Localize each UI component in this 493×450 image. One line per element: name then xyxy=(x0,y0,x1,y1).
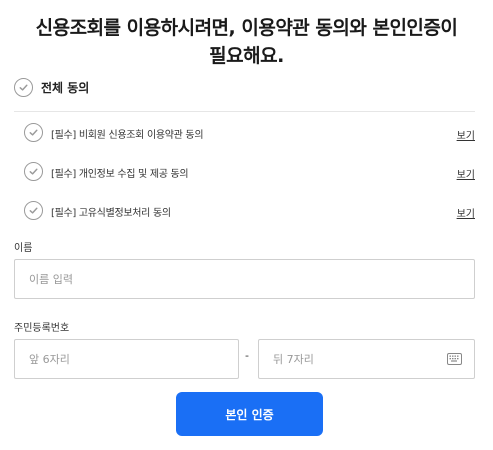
term-row-privacy[interactable]: [필수] 개인정보 수집 및 제공 동의 보기 xyxy=(24,162,475,184)
term-label: [필수] 개인정보 수집 및 제공 동의 xyxy=(51,169,189,180)
rrn-back-placeholder: 뒤 7자리 xyxy=(273,353,314,366)
divider xyxy=(14,111,475,112)
check-circle-icon[interactable] xyxy=(24,201,43,220)
rrn-front-input[interactable]: 앞 6자리 xyxy=(14,339,239,379)
name-input[interactable]: 이름 입력 xyxy=(14,259,475,299)
keypad-icon[interactable] xyxy=(447,353,462,365)
term-label: [필수] 비회원 신용조회 이용약관 동의 xyxy=(51,130,204,141)
check-circle-icon[interactable] xyxy=(24,123,43,142)
name-input-placeholder: 이름 입력 xyxy=(29,273,73,286)
page-title: 신용조회를 이용하시려면, 이용약관 동의와 본인인증이 필요해요. xyxy=(0,14,493,70)
rrn-separator: - xyxy=(245,349,249,362)
view-terms-link[interactable]: 보기 xyxy=(457,127,475,142)
rrn-field-label: 주민등록번호 xyxy=(14,323,70,334)
rrn-back-input[interactable]: 뒤 7자리 xyxy=(258,339,475,379)
term-label: [필수] 고유식별정보처리 동의 xyxy=(51,208,171,219)
page-title-line1: 신용조회를 이용하시려면, 이용약관 동의와 본인인증이 xyxy=(35,17,458,39)
view-terms-link[interactable]: 보기 xyxy=(457,166,475,181)
term-row-service[interactable]: [필수] 비회원 신용조회 이용약관 동의 보기 xyxy=(24,123,475,145)
view-terms-link[interactable]: 보기 xyxy=(457,205,475,220)
check-circle-icon[interactable] xyxy=(24,162,43,181)
page-title-line2: 필요해요. xyxy=(209,45,284,67)
term-row-unique-id[interactable]: [필수] 고유식별정보처리 동의 보기 xyxy=(24,201,475,223)
check-circle-icon[interactable] xyxy=(14,78,33,97)
name-field-label: 이름 xyxy=(14,243,33,254)
rrn-front-placeholder: 앞 6자리 xyxy=(29,353,70,366)
verify-identity-button[interactable]: 본인 인증 xyxy=(176,392,323,436)
agree-all-row[interactable]: 전체 동의 xyxy=(14,77,474,99)
agree-all-label: 전체 동의 xyxy=(41,81,90,95)
